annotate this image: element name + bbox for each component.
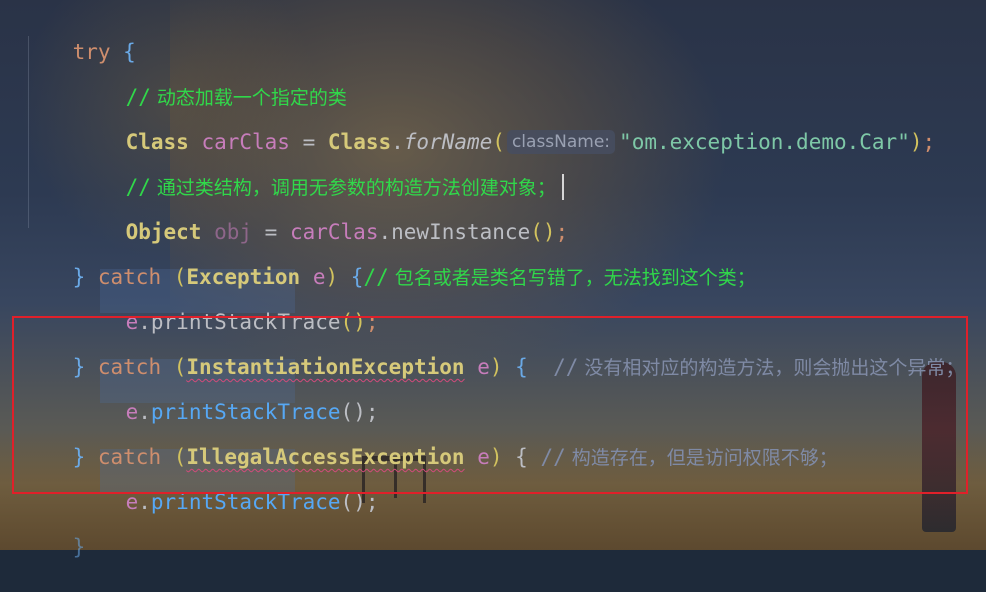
code-line-1[interactable]: try {: [22, 7, 136, 64]
code-line-12[interactable]: }: [22, 502, 86, 559]
comment-text: 包名或者是类名写错了，无法找到这个类；: [388, 267, 756, 289]
close-paren: ): [909, 130, 923, 154]
code-line-2[interactable]: // 动态加载一个指定的类: [75, 52, 347, 109]
code-line-4[interactable]: // 通过类结构，调用无参数的构造方法创建对象；: [75, 142, 564, 200]
code-editor[interactable]: try { // 动态加载一个指定的类 Class carClas = Clas…: [0, 0, 986, 559]
code-line-6[interactable]: } catch (Exception e) {// 包名或者是类名写错了，无法找…: [22, 232, 756, 289]
semicolon: ;: [922, 130, 936, 154]
code-line-7[interactable]: e.printStackTrace();: [75, 277, 379, 334]
close-brace: }: [72, 535, 86, 559]
string-literal: "om.exception.demo.Car": [619, 130, 910, 154]
code-line-5[interactable]: Object obj = carClas.newInstance();: [75, 187, 569, 244]
annotation-highlight-box: [12, 316, 968, 494]
code-line-3[interactable]: Class carClas = Class.forName(className:…: [75, 97, 935, 154]
